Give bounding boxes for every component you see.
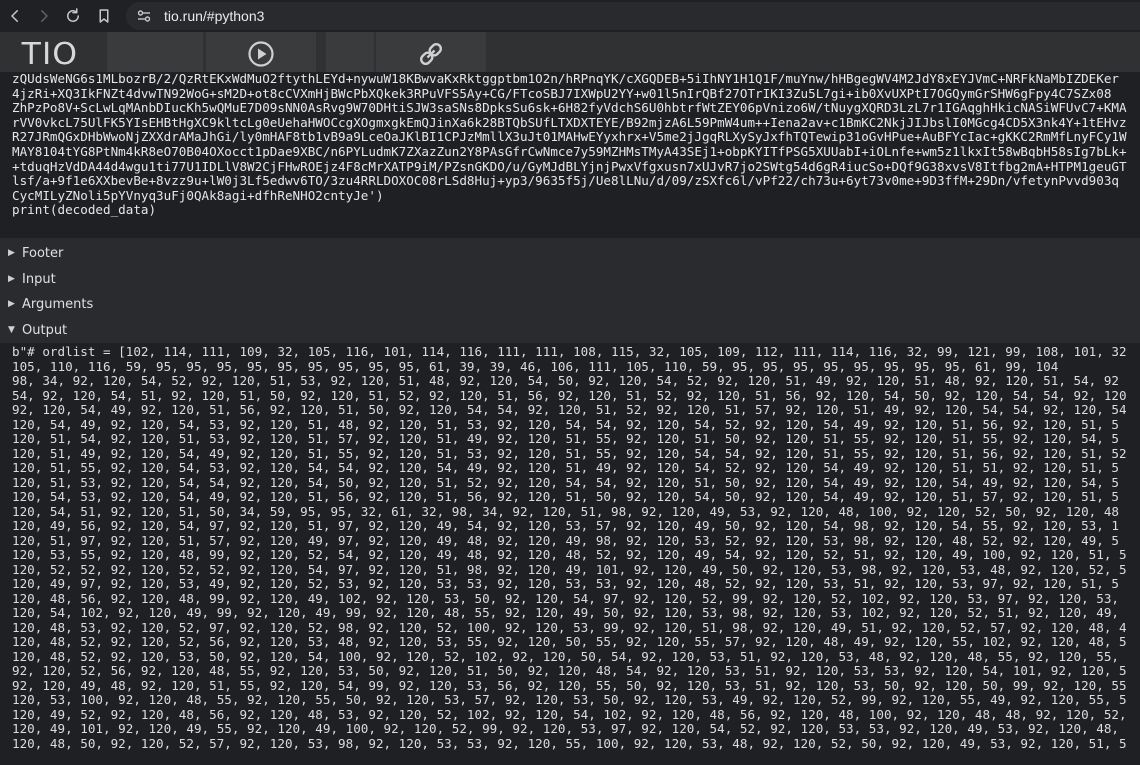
reload-icon bbox=[67, 8, 79, 22]
code-line: +tduqHzVdDA44d4wgu1ti77U1IDLlV8W2CjFHwRO… bbox=[12, 158, 1127, 174]
output-line: 92, 120, 54, 49, 92, 120, 51, 56, 92, 12… bbox=[12, 402, 1127, 417]
code-line: 4jzRi+XQ3IkFNZt4dvwTN92WoG+sM2D+ot8cCVXm… bbox=[12, 85, 1112, 101]
section-output[interactable]: ▼ Output bbox=[0, 317, 1140, 343]
output-line: 92, 120, 52, 56, 92, 120, 48, 55, 92, 12… bbox=[12, 663, 1127, 678]
code-editor[interactable]: zQUdsWeNG6s1MLbozrB/2/QzRtEKxWdMuO2ftyth… bbox=[0, 72, 1140, 238]
back-arrow-icon bbox=[11, 10, 18, 22]
output-line: 120, 49, 97, 92, 120, 53, 49, 92, 120, 5… bbox=[12, 576, 1119, 591]
output-line: 120, 49, 52, 92, 120, 48, 56, 92, 120, 4… bbox=[12, 706, 1127, 722]
run-button[interactable] bbox=[206, 32, 316, 76]
tio-home-link[interactable]: TIO bbox=[0, 32, 100, 76]
url-text: tio.run/#python3 bbox=[164, 8, 265, 24]
section-input[interactable]: ▶ Input bbox=[0, 266, 1140, 292]
output-line: 120, 51, 53, 92, 120, 54, 54, 92, 120, 5… bbox=[12, 474, 1119, 490]
output-line: 120, 51, 97, 92, 120, 51, 57, 92, 120, 4… bbox=[12, 532, 1119, 548]
forward-arrow-icon bbox=[41, 10, 48, 22]
output-line: 120, 51, 49, 92, 120, 54, 49, 92, 120, 5… bbox=[12, 445, 1127, 461]
expanded-triangle-icon: ▼ bbox=[8, 325, 15, 335]
collapsed-triangle-icon: ▶ bbox=[8, 274, 15, 284]
collapsed-triangle-icon: ▶ bbox=[8, 299, 15, 309]
output-line: 120, 54, 53, 92, 120, 54, 49, 92, 120, 5… bbox=[12, 489, 1119, 504]
toolbar-blank-button-2[interactable] bbox=[326, 32, 374, 76]
code-line: lsf/a+9f1e6XXbevBe+8vzz9u+lW0j3Lf5edwv6T… bbox=[12, 173, 1119, 189]
output-line: 98, 34, 92, 120, 54, 52, 92, 120, 51, 53… bbox=[12, 373, 1119, 388]
output-line: 120, 48, 56, 92, 120, 48, 99, 92, 120, 4… bbox=[12, 590, 1119, 606]
output-line: 105, 110, 116, 59, 95, 95, 95, 95, 95, 9… bbox=[12, 358, 1059, 374]
section-footer[interactable]: ▶ Footer bbox=[0, 240, 1140, 266]
output-line: 92, 120, 49, 48, 92, 120, 51, 55, 92, 12… bbox=[12, 677, 1127, 693]
output-line: 120, 53, 55, 92, 120, 48, 99, 92, 120, 5… bbox=[12, 547, 1127, 562]
tio-toolbar: TIO bbox=[0, 32, 1140, 76]
forward-button[interactable] bbox=[29, 0, 59, 32]
code-line: zQUdsWeNG6s1MLbozrB/2/QzRtEKxWdMuO2ftyth… bbox=[12, 72, 1119, 86]
link-icon bbox=[419, 42, 443, 66]
output-line: 54, 92, 120, 54, 51, 92, 120, 51, 50, 92… bbox=[12, 387, 1127, 403]
permalink-button[interactable] bbox=[376, 32, 486, 76]
output-line: 120, 54, 51, 92, 120, 51, 50, 34, 59, 95… bbox=[12, 503, 1119, 519]
output-line: 120, 51, 55, 92, 120, 54, 53, 92, 120, 5… bbox=[12, 460, 1119, 475]
play-icon bbox=[248, 41, 274, 67]
bookmark-button[interactable] bbox=[89, 0, 119, 32]
code-line: R27JRmQGxDHbWwoNjZXXdrAMaJhGi/ly0mHAF8tb… bbox=[12, 129, 1127, 145]
address-bar[interactable]: tio.run/#python3 bbox=[126, 2, 1140, 30]
output-line: 120, 53, 100, 92, 120, 48, 55, 92, 120, … bbox=[12, 692, 1127, 707]
output-line: 120, 48, 52, 92, 120, 52, 56, 92, 120, 5… bbox=[12, 634, 1127, 649]
section-footer-label: Footer bbox=[22, 245, 64, 261]
output-line: 120, 51, 54, 92, 120, 51, 53, 92, 120, 5… bbox=[12, 431, 1119, 446]
back-button[interactable] bbox=[0, 0, 30, 32]
output-line: 120, 48, 53, 92, 120, 52, 97, 92, 120, 5… bbox=[12, 619, 1127, 635]
code-line: CycMILyZNoli5pYVnyq3uFj0QAk8agi+dfhReNHO… bbox=[12, 187, 384, 203]
section-arguments-label: Arguments bbox=[22, 296, 94, 312]
output-panel[interactable]: b"# ordlist = [102, 114, 111, 109, 32, 1… bbox=[0, 343, 1140, 765]
toolbar-blank-button-1[interactable] bbox=[107, 32, 203, 76]
collapsed-triangle-icon: ▶ bbox=[8, 248, 15, 258]
section-output-label: Output bbox=[22, 322, 68, 338]
section-arguments[interactable]: ▶ Arguments bbox=[0, 291, 1140, 317]
output-line: 120, 49, 56, 92, 120, 54, 97, 92, 120, 5… bbox=[12, 518, 1119, 533]
reload-button[interactable] bbox=[58, 0, 88, 32]
output-line: 120, 52, 52, 92, 120, 52, 52, 92, 120, 5… bbox=[12, 561, 1127, 577]
output-line: 120, 54, 49, 92, 120, 54, 53, 92, 120, 5… bbox=[12, 416, 1119, 432]
section-input-label: Input bbox=[22, 271, 56, 287]
code-line: rVV0vkcL75UlFK5YIsEHBtHgXC9kltcLg0eUehaH… bbox=[12, 114, 1127, 130]
browser-bar: tio.run/#python3 bbox=[0, 0, 1140, 32]
output-line: 120, 54, 102, 92, 120, 49, 99, 92, 120, … bbox=[12, 605, 1119, 620]
code-line: MAY8104tYG8PtNm4kR8eO70B04OXocct1pDae9XB… bbox=[12, 143, 1127, 159]
tio-logo: TIO bbox=[21, 36, 79, 72]
output-line: 120, 48, 52, 92, 120, 53, 50, 92, 120, 5… bbox=[12, 648, 1119, 664]
site-settings-icon[interactable] bbox=[136, 8, 152, 24]
output-line: b"# ordlist = [102, 114, 111, 109, 32, 1… bbox=[12, 344, 1127, 359]
bookmark-icon bbox=[99, 9, 109, 23]
output-line: 120, 48, 50, 92, 120, 52, 57, 92, 120, 5… bbox=[12, 735, 1127, 751]
code-line: print(decoded_data) bbox=[12, 202, 157, 218]
output-line: 120, 49, 101, 92, 120, 49, 55, 92, 120, … bbox=[12, 721, 1119, 736]
code-line: ZhPzPo8V+ScLwLqMAnbDIucKh5wQMuE7D09sNN0A… bbox=[12, 100, 1127, 116]
